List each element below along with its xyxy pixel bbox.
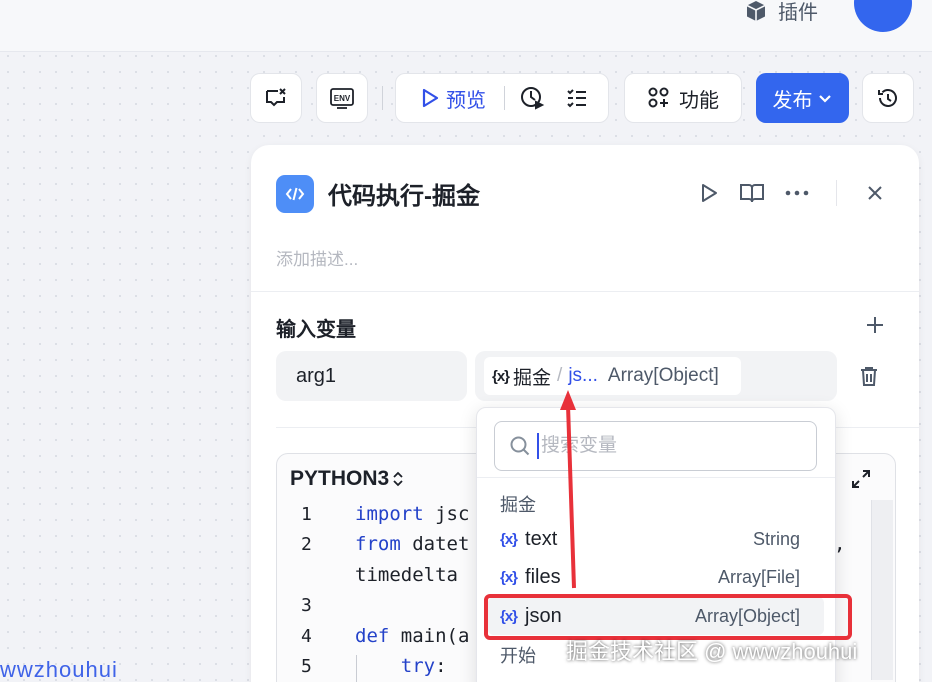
arg-name-input[interactable]: arg1 [276, 351, 467, 401]
code-node-icon [276, 175, 314, 213]
code-line-text: jsc [435, 503, 470, 525]
chevron-down-icon [818, 95, 831, 103]
checklist-icon[interactable] [565, 86, 589, 110]
close-button[interactable] [862, 180, 888, 206]
features-button[interactable]: 功能 [624, 73, 742, 123]
clock-play-icon[interactable] [519, 85, 545, 111]
line-number: 5 [301, 656, 312, 677]
option-type: String [752, 528, 800, 549]
ref-node-name: 掘金 [513, 367, 552, 389]
variable-search [494, 421, 817, 471]
preview-label: 预览 [446, 89, 486, 112]
toolbar-divider [382, 86, 383, 110]
features-label: 功能 [679, 89, 719, 112]
variable-option-text[interactable]: {x} text String [488, 520, 824, 558]
history-button[interactable] [862, 73, 914, 123]
header-divider [836, 180, 837, 206]
code-line: from datet [355, 533, 469, 555]
line-number: 1 [301, 504, 312, 525]
play-icon [422, 88, 439, 108]
code-line: timedelta [355, 564, 458, 586]
preview-divider [504, 86, 505, 110]
plus-icon[interactable] [864, 314, 886, 336]
search-input[interactable] [537, 433, 797, 459]
search-icon [510, 436, 530, 456]
plugin-label: 插件 [778, 2, 818, 24]
node-title[interactable]: 代码执行-掘金 [328, 176, 480, 211]
preview-group: 预览 [395, 73, 609, 123]
code-line-keyword: from [355, 533, 401, 555]
description-input[interactable]: 添加描述... [276, 245, 358, 270]
avatar[interactable] [854, 0, 912, 32]
inputs-section-title: 输入变量 [276, 319, 356, 341]
book-icon [740, 184, 764, 203]
dropdown-divider [477, 477, 835, 478]
code-line-text: main(a [400, 625, 470, 647]
group-label-start: 开始 [500, 646, 536, 666]
apps-icon [648, 87, 669, 108]
docs-button[interactable] [739, 180, 765, 206]
box-icon [746, 0, 766, 21]
code-icon [285, 187, 305, 201]
editor-scrollbar[interactable] [871, 500, 893, 680]
code-line-keyword: import [355, 503, 424, 525]
top-bar: 插件 [0, 0, 932, 52]
option-name: files [525, 565, 561, 588]
language-label: PYTHON3 [290, 467, 390, 490]
history-icon [878, 89, 897, 107]
code-line-keyword: try [400, 655, 436, 677]
env-icon: ENV [330, 88, 354, 109]
line-number: 2 [301, 534, 312, 555]
indent-guide [356, 655, 357, 682]
run-node-button[interactable] [696, 180, 722, 206]
variable-icon: {x} [500, 530, 518, 548]
sort-icon [393, 471, 403, 487]
line-number: 4 [301, 626, 312, 647]
ref-separator: / [557, 365, 563, 386]
variable-icon: {x} [492, 367, 510, 385]
more-button[interactable] [784, 180, 810, 206]
preview-button[interactable]: 预览 [420, 84, 486, 113]
code-line-text: datet [412, 533, 470, 555]
line-number: 3 [301, 595, 312, 616]
play-icon [702, 184, 717, 202]
variable-reference-chip[interactable]: {x} 掘金 / js... Array[Object] [484, 357, 741, 395]
panel-divider [251, 291, 919, 292]
publish-button[interactable]: 发布 [756, 73, 849, 123]
arg-name-value: arg1 [296, 364, 337, 387]
code-line-keyword: def [355, 625, 390, 647]
option-type: Array[File] [717, 566, 800, 587]
variable-icon: {x} [500, 568, 518, 586]
code-line: import jsc [355, 503, 469, 525]
trash-icon[interactable] [857, 364, 881, 388]
publish-label: 发布 [772, 89, 813, 112]
more-icon [785, 190, 809, 196]
issues-button[interactable] [250, 73, 302, 123]
variable-option-files[interactable]: {x} files Array[File] [488, 558, 824, 596]
code-line: def main(a [355, 625, 469, 647]
option-name: text [525, 527, 558, 550]
code-line-text: : [435, 655, 447, 677]
svg-text:ENV: ENV [334, 94, 351, 103]
comment-x-icon [266, 88, 286, 107]
ref-type: Array[Object] [607, 365, 719, 386]
ref-variable-name: js... [568, 365, 598, 386]
close-icon [868, 186, 882, 200]
code-line: try: [355, 655, 447, 677]
watermark-left: wwzhouhui [0, 657, 118, 682]
expand-icon[interactable] [850, 468, 872, 490]
env-button[interactable]: ENV [316, 73, 368, 123]
group-label-juejin: 掘金 [500, 495, 536, 515]
language-select[interactable]: PYTHON3 [290, 467, 404, 491]
watermark-right: 掘金技术社区 @ wwwzhouhui [566, 639, 858, 664]
plugin-menu[interactable]: 插件 [744, 0, 818, 25]
